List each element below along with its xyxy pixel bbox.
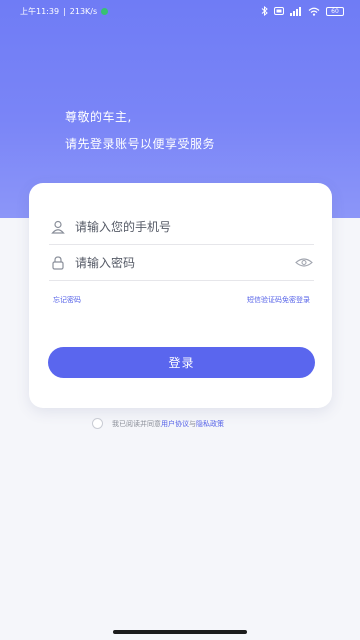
greeting-line-1: 尊敬的车主,	[65, 110, 132, 124]
status-left: 上午11:39 | 213K/s	[20, 6, 109, 17]
status-time: 上午11:39	[20, 6, 60, 16]
agreement-checkbox[interactable]	[92, 418, 103, 429]
wifi-icon	[308, 7, 320, 16]
password-field	[49, 245, 314, 281]
signal-icon	[290, 6, 301, 16]
sim-icon	[274, 7, 284, 15]
eye-icon[interactable]	[294, 256, 314, 270]
status-dot-icon	[101, 7, 109, 15]
forgot-password-link[interactable]: 忘记密码	[53, 295, 81, 305]
greeting: 尊敬的车主, 请先登录账号以便享受服务	[65, 104, 215, 158]
battery-icon: 60	[326, 6, 344, 16]
status-network-speed: 213K/s	[69, 6, 98, 16]
privacy-policy-link[interactable]: 隐私政策	[196, 419, 224, 429]
user-agreement-link[interactable]: 用户协议	[161, 419, 189, 429]
greeting-line-2: 请先登录账号以便享受服务	[65, 137, 216, 151]
phone-input[interactable]	[75, 219, 314, 234]
password-input[interactable]	[75, 255, 294, 270]
agreement-prefix: 我已阅读并同意	[112, 419, 161, 428]
status-bar: 上午11:39 | 213K/s 60	[0, 0, 360, 22]
link-row: 忘记密码 短信验证码免密登录	[53, 295, 310, 305]
home-indicator[interactable]	[113, 630, 247, 634]
sms-login-link[interactable]: 短信验证码免密登录	[247, 295, 310, 305]
bluetooth-icon	[261, 6, 268, 16]
login-button[interactable]: 登录	[48, 347, 315, 378]
agreement-row: 我已阅读并同意 用户协议 与 隐私政策	[92, 418, 224, 429]
lock-icon	[49, 254, 67, 272]
user-icon	[49, 218, 67, 236]
status-right: 60	[261, 6, 344, 16]
status-separator: |	[63, 6, 66, 16]
login-card: 忘记密码 短信验证码免密登录 登录	[29, 183, 332, 408]
phone-field	[49, 209, 314, 245]
agreement-and: 与	[189, 419, 196, 428]
